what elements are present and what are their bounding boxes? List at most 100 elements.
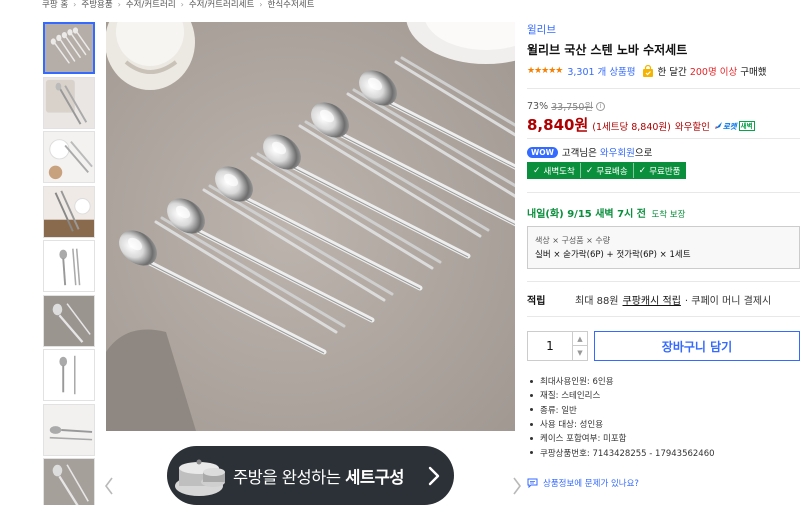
wow-member-row: WOW 고객님은 와우회원으로 bbox=[527, 145, 652, 159]
purchase-highlight: 200명 이상 bbox=[689, 67, 738, 78]
thumbnail-image bbox=[45, 24, 93, 72]
thumbnail-1[interactable] bbox=[43, 22, 95, 74]
caret-up-icon: ▲ bbox=[577, 334, 583, 343]
quantity-input[interactable] bbox=[528, 332, 572, 360]
banner-text-bold: 세트구성 bbox=[345, 468, 404, 487]
unit-price: (1세트당 8,840원) bbox=[592, 122, 671, 133]
thumbnail-image bbox=[44, 350, 94, 400]
divider bbox=[527, 138, 800, 139]
check-icon: ✓ bbox=[533, 165, 541, 176]
wow-text-suffix: 으로 bbox=[634, 148, 653, 159]
info-icon[interactable]: i bbox=[596, 101, 606, 111]
thumbnail-image bbox=[44, 132, 94, 182]
banner-arrow[interactable] bbox=[420, 458, 448, 494]
breadcrumb-korean-set[interactable]: 한식수저세트 bbox=[268, 0, 315, 10]
spec-item: 최대사용인원: 6인용 bbox=[527, 374, 715, 388]
breadcrumb-separator: › bbox=[117, 0, 121, 9]
thumbnail-3[interactable] bbox=[43, 131, 95, 183]
thumbnail-image bbox=[44, 241, 94, 291]
thumbnail-2[interactable] bbox=[43, 76, 95, 129]
breadcrumb-kitchen[interactable]: 주방용품 bbox=[81, 0, 112, 10]
review-count-link[interactable]: 3,301 개 상품평 bbox=[567, 64, 635, 78]
bullet-icon bbox=[530, 393, 533, 397]
option-value: 실버 × 숟가락(6P) + 젓가락(6P) × 1세트 bbox=[535, 250, 691, 260]
bullet-icon bbox=[530, 422, 533, 426]
purchase-count-text: 한 달간 200명 이상 구매했 bbox=[658, 64, 767, 78]
star-rating: ★★★★★ bbox=[527, 66, 563, 76]
banner-text-light: 주방을 완성하는 bbox=[233, 468, 346, 487]
bullet-icon bbox=[530, 436, 533, 440]
thumbnail-list bbox=[43, 22, 95, 505]
benefit-free-return: ✓ 무료반품 bbox=[634, 163, 686, 178]
check-icon: ✓ bbox=[638, 165, 647, 176]
breadcrumb: 쿠팡 홈 › 주방용품 › 수저/커트러리 › 수저/커트러리세트 › 한식수저… bbox=[42, 0, 314, 11]
reward-row: 적립 최대 88원 쿠팡캐시 적립 · 쿠페이 머니 결제시 bbox=[527, 292, 771, 307]
thumbnail-image bbox=[44, 459, 94, 505]
delivery-guarantee: 도착 보장 bbox=[651, 210, 686, 220]
spec-item: 케이스 포함여부: 미포함 bbox=[527, 431, 715, 445]
chevron-right-icon bbox=[513, 477, 521, 495]
wow-benefits: ✓ 새벽도착 ✓ 무료배송 ✓ 무료반품 bbox=[527, 162, 687, 179]
spec-text: 최대사용인원: 6인용 bbox=[540, 377, 614, 388]
benefit-label: 무료반품 bbox=[649, 166, 681, 177]
spec-item: 종류: 일반 bbox=[527, 403, 715, 417]
thumbnail-image bbox=[44, 77, 94, 128]
thumbnail-4[interactable] bbox=[43, 185, 95, 238]
add-to-cart-button[interactable]: 장바구니 담기 bbox=[594, 331, 800, 361]
thumbnail-7[interactable] bbox=[43, 349, 95, 401]
price-row: 8,840원 (1세트당 8,840원) 와우할인 로켓 새벽 bbox=[527, 114, 755, 135]
breadcrumb-cutlery[interactable]: 수저/커트러리 bbox=[126, 0, 176, 10]
reward-amount: 최대 88원 bbox=[575, 296, 619, 307]
benefit-dawn-delivery: ✓ 새벽도착 bbox=[528, 163, 581, 178]
breadcrumb-separator: › bbox=[73, 0, 77, 9]
divider bbox=[527, 192, 800, 193]
thumbnail-image bbox=[44, 295, 94, 346]
quantity-stepper: ▲ ▼ bbox=[527, 331, 588, 361]
breadcrumb-separator: › bbox=[180, 0, 184, 9]
spec-item: 사용 대상: 성인용 bbox=[527, 417, 715, 431]
quantity-increase-button[interactable]: ▲ bbox=[572, 332, 587, 346]
spec-text: 재질: 스테인리스 bbox=[540, 391, 601, 402]
discount-row: 73% 33,750원 i bbox=[527, 99, 606, 113]
cookware-icon bbox=[175, 459, 225, 496]
purchase-suffix: 구매했 bbox=[740, 67, 767, 78]
wow-text-prefix: 고객님은 bbox=[561, 148, 600, 159]
product-title: 윌리브 국산 스텐 노바 수저세트 bbox=[527, 43, 688, 57]
set-composition-banner[interactable]: 주방을 완성하는 세트구성 bbox=[167, 446, 454, 505]
thumbnail-8[interactable] bbox=[43, 403, 95, 456]
chevron-right-icon bbox=[428, 466, 440, 486]
reward-label: 적립 bbox=[527, 296, 546, 307]
rating-row: ★★★★★ 3,301 개 상품평 한 달간 200명 이상 구매했 bbox=[527, 63, 766, 79]
rocket-icon bbox=[714, 122, 722, 129]
thumbnail-6[interactable] bbox=[43, 294, 95, 347]
spec-text: 종류: 일반 bbox=[540, 405, 577, 416]
thumbnail-image bbox=[44, 186, 94, 237]
benefit-free-shipping: ✓ 무료배송 bbox=[581, 163, 634, 178]
main-product-image[interactable] bbox=[106, 22, 515, 431]
spec-item: 재질: 스테인리스 bbox=[527, 388, 715, 402]
breadcrumb-home[interactable]: 쿠팡 홈 bbox=[42, 0, 68, 10]
option-label: 색상 × 구성품 × 수량 bbox=[535, 236, 611, 245]
purchase-prefix: 한 달간 bbox=[657, 67, 687, 78]
quantity-decrease-button[interactable]: ▼ bbox=[572, 346, 587, 360]
delivery-info: 내일(화) 9/15 새벽 7시 전 도착 보장 bbox=[527, 205, 685, 220]
spec-text: 쿠팡상품번호: 7143428255 - 17943562460 bbox=[540, 448, 715, 459]
thumbnail-5[interactable] bbox=[43, 240, 95, 292]
spec-list: 최대사용인원: 6인용 재질: 스테인리스 종류: 일반 사용 대상: 성인용 … bbox=[527, 374, 715, 460]
brand-link[interactable]: 윌리브 bbox=[527, 22, 556, 37]
wow-text-highlight[interactable]: 와우회원 bbox=[600, 148, 635, 159]
original-price: 33,750원 bbox=[551, 102, 594, 113]
image-prev-arrow[interactable] bbox=[102, 474, 116, 498]
breadcrumb-cutlery-set[interactable]: 수저/커트러리세트 bbox=[189, 0, 254, 10]
coupang-cash-link[interactable]: 쿠팡캐시 적립 bbox=[623, 292, 681, 307]
thumbnail-9[interactable] bbox=[43, 458, 95, 505]
image-next-arrow[interactable] bbox=[510, 474, 524, 498]
wow-badge: WOW bbox=[527, 146, 558, 158]
bullet-icon bbox=[530, 451, 533, 455]
option-selector[interactable]: 색상 × 구성품 × 수량 실버 × 숟가락(6P) + 젓가락(6P) × 1… bbox=[527, 226, 800, 269]
divider bbox=[527, 281, 800, 282]
rocket-dawn-label: 새벽 bbox=[738, 121, 755, 131]
report-issue-link[interactable]: 상품정보에 문제가 있나요? bbox=[527, 477, 639, 489]
divider bbox=[527, 88, 800, 89]
spoon-chopstick-photo bbox=[106, 22, 515, 431]
